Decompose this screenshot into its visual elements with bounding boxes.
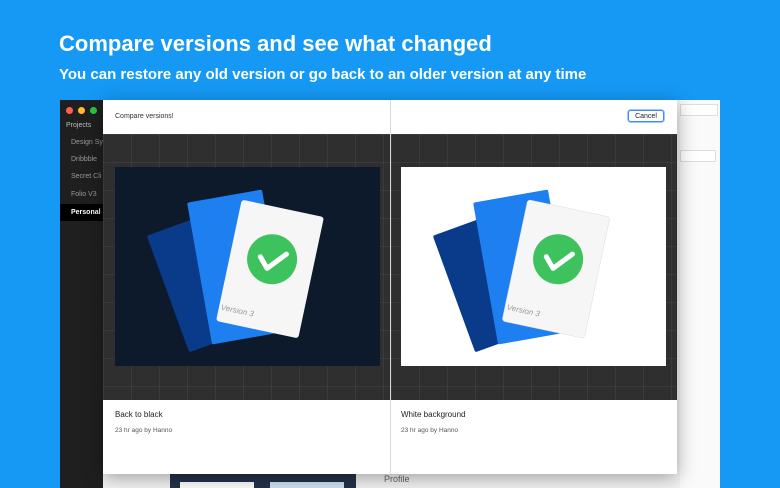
version-meta: 23 hr ago by Hanno [115, 427, 173, 434]
sidebar-title: Projects [66, 122, 92, 129]
pane-divider [390, 100, 391, 474]
project-sidebar: Projects Design Sys Dribbble Secret Cli … [60, 100, 103, 488]
inspector-panel [680, 100, 720, 488]
version-preview-right[interactable]: Version 3 [391, 134, 677, 400]
version-meta: 23 hr ago by Hanno [401, 427, 459, 434]
version-artwork-dark: Version 3 [115, 167, 380, 366]
cancel-button[interactable]: Cancel [628, 110, 664, 122]
version-artwork-white: Version 3 [401, 167, 666, 366]
inspector-field[interactable] [680, 150, 716, 162]
subline: You can restore any old version or go ba… [59, 66, 587, 83]
headline: Compare versions and see what changed [59, 31, 492, 56]
sidebar-item-dribbble[interactable]: Dribbble [60, 151, 103, 168]
inspector-field[interactable] [680, 104, 718, 116]
sidebar-item-personal[interactable]: Personal [60, 204, 103, 221]
version-name: White background [401, 410, 466, 419]
version-preview-left[interactable]: Version 3 [103, 134, 390, 400]
zoom-window-icon[interactable] [90, 107, 97, 114]
version-name: Back to black [115, 410, 163, 419]
dialog-title: Compare versions! [115, 113, 174, 120]
sidebar-item-design-sys[interactable]: Design Sys [60, 134, 103, 151]
minimize-window-icon[interactable] [78, 107, 85, 114]
compare-versions-dialog: Compare versions! Cancel Version 3 Versi… [103, 100, 677, 474]
sidebar-item-secret-cli[interactable]: Secret Cli [60, 168, 103, 185]
sidebar-item-folio-v3[interactable]: Folio V3 [60, 186, 103, 203]
close-window-icon[interactable] [66, 107, 73, 114]
profile-label: Profile [384, 474, 410, 484]
